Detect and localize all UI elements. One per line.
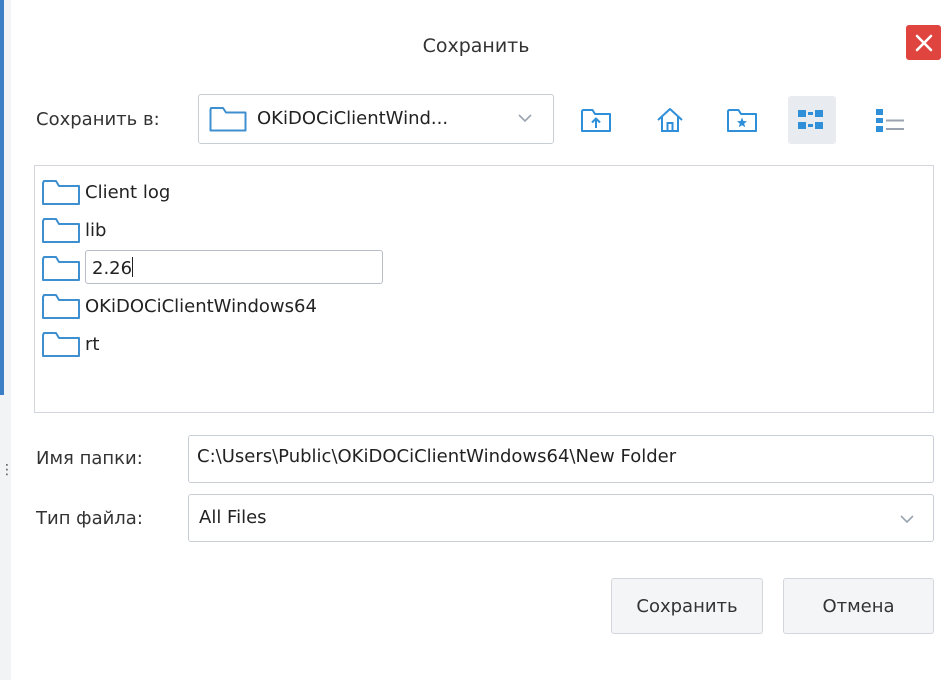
close-icon — [915, 34, 932, 51]
list-item-label: lib — [85, 219, 107, 241]
list-item[interactable]: rt — [41, 326, 99, 362]
chevron-down-icon — [518, 114, 532, 123]
list-view-button[interactable] — [788, 96, 836, 144]
details-view-icon — [876, 109, 904, 132]
background-window-glyph: ⋮ — [0, 462, 14, 478]
new-folder-icon — [727, 109, 757, 132]
rename-input[interactable]: 2.26 — [85, 250, 383, 284]
background-window-accent — [0, 0, 4, 395]
close-button[interactable] — [906, 25, 941, 60]
new-folder-button[interactable] — [718, 96, 766, 144]
save-in-dropdown[interactable]: OKiDOCiClientWind... — [198, 94, 554, 144]
list-item[interactable] — [41, 250, 81, 286]
list-item-label: Client log — [85, 181, 171, 203]
save-button[interactable]: Сохранить — [611, 578, 763, 634]
folder-icon — [42, 180, 80, 205]
folder-icon — [42, 256, 80, 281]
up-folder-icon — [581, 109, 611, 132]
list-item[interactable]: lib — [41, 212, 106, 248]
list-item-label: rt — [85, 333, 100, 355]
chevron-down-icon — [900, 515, 914, 524]
folder-name-input[interactable]: C:\Users\Public\OKiDOCiClientWindows64\N… — [188, 435, 934, 483]
file-type-label: Тип файла: — [36, 508, 143, 529]
folder-icon — [42, 218, 80, 243]
background-window-edge: ⋮ — [0, 0, 14, 680]
home-button[interactable] — [646, 96, 694, 144]
folder-icon — [42, 332, 80, 357]
cancel-button[interactable]: Отмена — [783, 578, 934, 634]
list-item[interactable]: OKiDOCiClientWindows64 — [41, 288, 317, 324]
save-in-value: OKiDOCiClientWind... — [257, 108, 449, 129]
folder-icon — [42, 294, 80, 319]
details-view-button[interactable] — [866, 96, 914, 144]
folder-name-label: Имя папки: — [36, 448, 143, 469]
up-folder-button[interactable] — [572, 96, 620, 144]
file-list[interactable]: Client log lib 2.26 OKiDOCiClientWindows… — [34, 165, 934, 413]
rename-value: 2.26 — [92, 258, 133, 279]
dialog-title: Сохранить — [422, 35, 530, 57]
text-cursor — [132, 257, 134, 277]
folder-icon — [209, 107, 247, 132]
list-item-label: OKiDOCiClientWindows64 — [85, 295, 317, 317]
home-icon — [657, 108, 683, 132]
file-type-value: All Files — [199, 507, 267, 528]
file-type-dropdown[interactable]: All Files — [188, 494, 934, 542]
save-in-label: Сохранить в: — [36, 109, 160, 130]
folder-name-value: C:\Users\Public\OKiDOCiClientWindows64\N… — [197, 446, 677, 467]
list-item[interactable]: Client log — [41, 174, 170, 210]
list-view-icon — [798, 110, 823, 129]
